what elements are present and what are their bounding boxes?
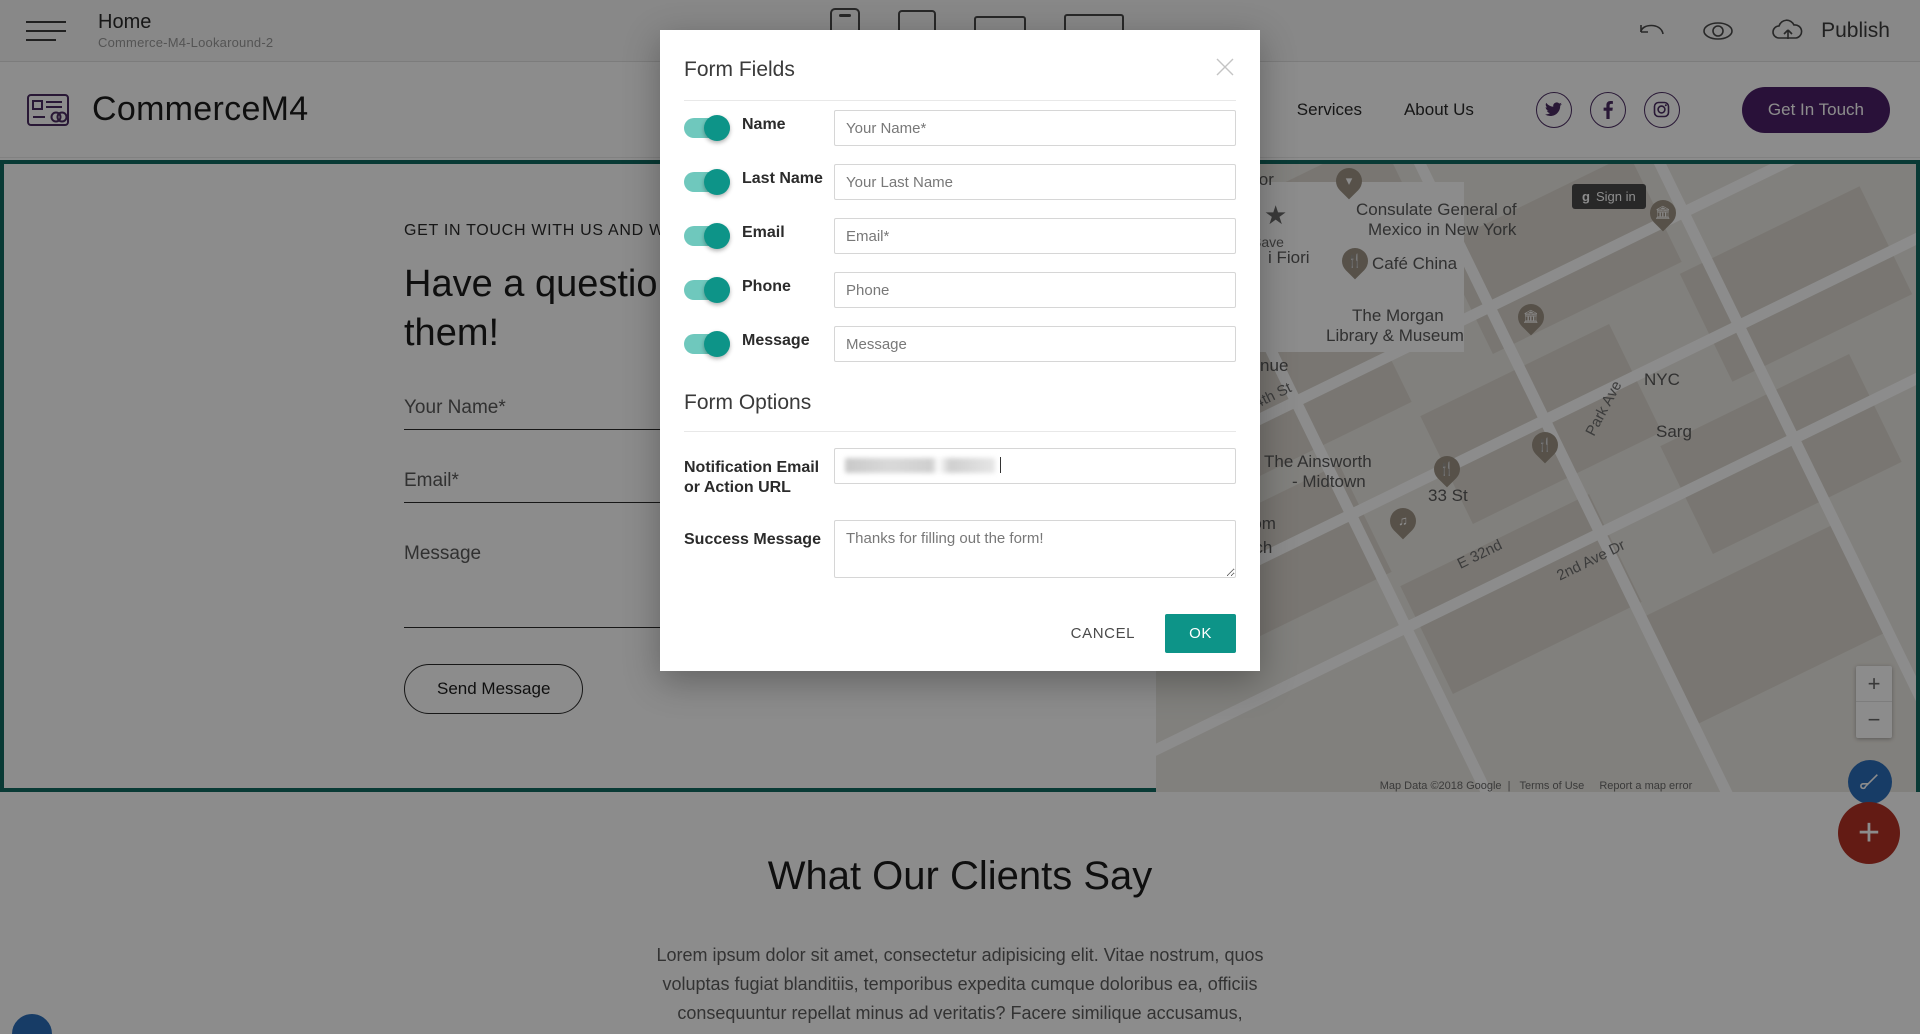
toggle-label-phone: Phone (742, 278, 791, 295)
option-label-wrap-success-message: Success Message (684, 520, 834, 550)
field-toggle-group-last-name: Last Name (684, 164, 834, 195)
field-row-phone: Phone (684, 263, 1236, 317)
option-label-success-message: Success Message (684, 531, 821, 549)
option-row-success-message: Success Message (684, 506, 1236, 592)
field-toggle-group-email: Email (684, 218, 834, 249)
field-toggle-group-message: Message (684, 326, 834, 357)
toggle-label-email: Email (742, 224, 785, 241)
last-name-placeholder-input[interactable] (834, 164, 1236, 200)
name-placeholder-input[interactable] (834, 110, 1236, 146)
form-fields-dialog: Form Fields Name Last Name (660, 30, 1260, 672)
field-input-wrap-name (834, 110, 1236, 146)
phone-placeholder-input[interactable] (834, 272, 1236, 308)
dialog-actions: CANCEL OK (684, 592, 1236, 654)
field-toggle-group-phone: Phone (684, 272, 834, 303)
field-row-name: Name (684, 101, 1236, 155)
toggle-label-name: Name (742, 116, 786, 133)
notification-email-input[interactable] (834, 448, 1236, 484)
text-caret (1000, 457, 1001, 473)
field-row-last-name: Last Name (684, 155, 1236, 209)
success-message-textarea[interactable] (834, 520, 1236, 579)
dialog-title: Form Fields (684, 58, 795, 81)
option-label-notification: Notification Email or Action URL (684, 459, 820, 496)
toggle-phone[interactable] (684, 277, 730, 303)
field-input-wrap-message (834, 326, 1236, 362)
toggle-label-last-name: Last Name (742, 170, 823, 187)
toggle-last-name[interactable] (684, 169, 730, 195)
field-input-wrap-phone (834, 272, 1236, 308)
option-label-wrap-notification: Notification Email or Action URL (684, 448, 834, 497)
field-toggle-group-name: Name (684, 110, 834, 141)
field-row-message: Message (684, 317, 1236, 371)
toggle-name[interactable] (684, 115, 730, 141)
cancel-button[interactable]: CANCEL (1059, 615, 1147, 652)
message-placeholder-input[interactable] (834, 326, 1236, 362)
toggle-label-message: Message (742, 332, 810, 349)
option-row-notification: Notification Email or Action URL (684, 432, 1236, 506)
field-input-wrap-last-name (834, 164, 1236, 200)
field-row-email: Email (684, 209, 1236, 263)
email-placeholder-input[interactable] (834, 218, 1236, 254)
toggle-message[interactable] (684, 331, 730, 357)
screen: Home Commerce-M4-Lookaround-2 Publish Co… (0, 0, 1920, 1034)
close-icon[interactable] (1210, 52, 1240, 82)
toggle-email[interactable] (684, 223, 730, 249)
ok-button[interactable]: OK (1165, 614, 1236, 654)
field-input-wrap-email (834, 218, 1236, 254)
option-input-wrap-success-message (834, 520, 1236, 583)
option-input-wrap-notification (834, 448, 1236, 484)
form-options-title: Form Options (684, 391, 812, 414)
